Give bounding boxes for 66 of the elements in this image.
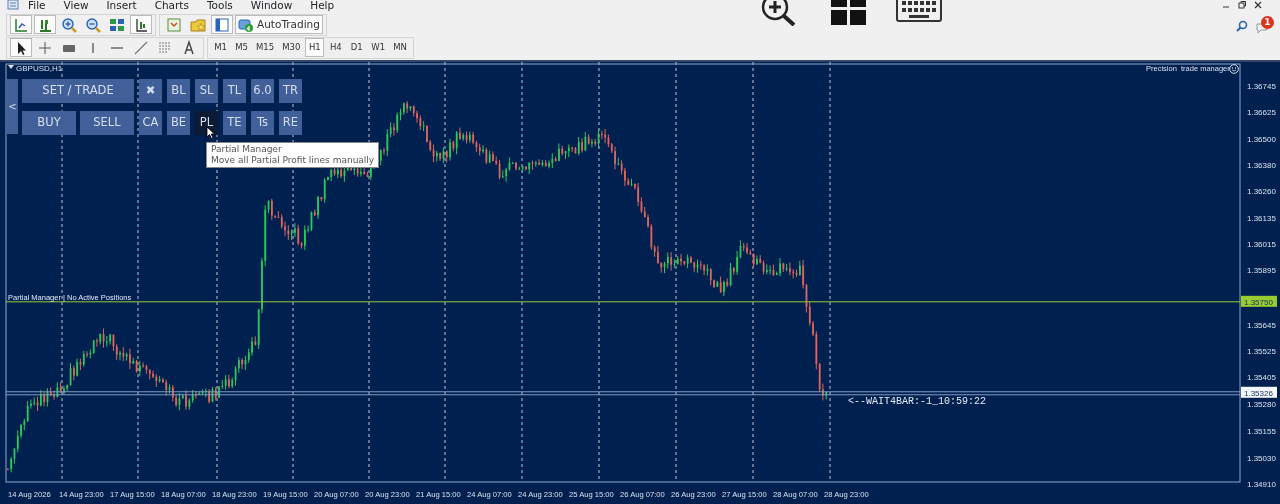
close-icon[interactable]: [1254, 1, 1262, 9]
panel-button[interactable]: SET / TRADE: [22, 79, 134, 103]
panel-button[interactable]: SELL: [80, 111, 134, 135]
panel-button[interactable]: BL: [167, 79, 190, 103]
menu-item[interactable]: Charts: [145, 0, 198, 11]
notification-badge: 1: [1261, 16, 1274, 29]
script-icon[interactable]: [166, 16, 182, 33]
menu-item[interactable]: File: [19, 0, 55, 11]
timeframe-button[interactable]: H1: [305, 38, 325, 57]
text-tool-icon[interactable]: [181, 39, 197, 56]
navigator-icon[interactable]: [214, 16, 230, 33]
robot-icon: [238, 16, 254, 33]
restore-icon[interactable]: [1238, 1, 1246, 9]
panel-button[interactable]: SL: [195, 79, 218, 103]
price-label: 1.35525: [1247, 346, 1276, 356]
collapse-button[interactable]: <: [7, 79, 18, 134]
chart-shift-icon[interactable]: [133, 16, 149, 33]
autotrading-button[interactable]: AutoTrading: [235, 15, 323, 34]
panel-button[interactable]: BUY: [22, 111, 76, 135]
symbol-label: GBPUSD,H1: [16, 63, 63, 75]
timer-text: <--WAIT4BAR:-1_10:59:22: [848, 395, 987, 409]
panel-button[interactable]: BE: [167, 111, 190, 135]
menu-item[interactable]: View: [54, 0, 98, 11]
menu-item[interactable]: Help: [301, 0, 344, 11]
panel-button[interactable]: 6.0: [251, 79, 274, 103]
price-label: 1.36625: [1247, 108, 1276, 118]
new-chart-icon[interactable]: [13, 16, 29, 33]
panel-button[interactable]: RE: [279, 111, 302, 135]
menu-item[interactable]: Window: [241, 0, 302, 11]
panel-button[interactable]: TL: [223, 79, 246, 103]
tooltip-text: Move all Partial Profit lines manually: [211, 155, 375, 166]
panel-button[interactable]: PL: [195, 111, 218, 135]
price-label: 1.34910: [1247, 480, 1276, 489]
search-icon[interactable]: [1236, 20, 1248, 32]
price-label: 1.35155: [1247, 426, 1276, 436]
price-marker: 1.35750: [1241, 295, 1277, 307]
panel-button[interactable]: CA: [139, 111, 162, 135]
zoom-in-icon[interactable]: [760, 0, 798, 26]
menu-item[interactable]: Insert: [97, 0, 146, 11]
keyboard-icon[interactable]: [896, 0, 943, 23]
panel-button[interactable]: ✖: [139, 79, 162, 103]
tooltip-title: Partial Manager: [211, 144, 283, 155]
menu-item[interactable]: Tools: [197, 0, 242, 11]
price-label: 1.35280: [1247, 399, 1276, 409]
smiley-icon: [1229, 64, 1239, 74]
bid-price-marker: 1.35326: [1241, 386, 1277, 398]
panel-button[interactable]: Ts: [251, 111, 274, 135]
panel-button[interactable]: TR: [279, 79, 302, 103]
price-label: 1.35895: [1247, 266, 1276, 276]
panel-button[interactable]: TE: [223, 111, 246, 135]
price-label: 1.36135: [1247, 214, 1276, 224]
trend-line-icon[interactable]: [133, 39, 149, 56]
price-label: 1.36500: [1247, 135, 1276, 145]
price-label: 1.35405: [1247, 372, 1276, 382]
app-icon: [7, 0, 19, 10]
price-label: 1.35645: [1247, 320, 1276, 330]
dropdown-icon[interactable]: [8, 65, 14, 69]
zoom-out-icon[interactable]: [85, 16, 101, 33]
tile-windows-icon[interactable]: [109, 16, 125, 33]
price-label: 1.36260: [1247, 187, 1276, 197]
mouse-pointer-icon: [206, 126, 215, 139]
windows-icon[interactable]: [831, 0, 867, 26]
price-label: 1.36745: [1247, 82, 1276, 91]
price-label: 1.36015: [1247, 240, 1276, 250]
price-label: 1.36380: [1247, 161, 1276, 171]
price-label: 1.35030: [1247, 454, 1276, 463]
